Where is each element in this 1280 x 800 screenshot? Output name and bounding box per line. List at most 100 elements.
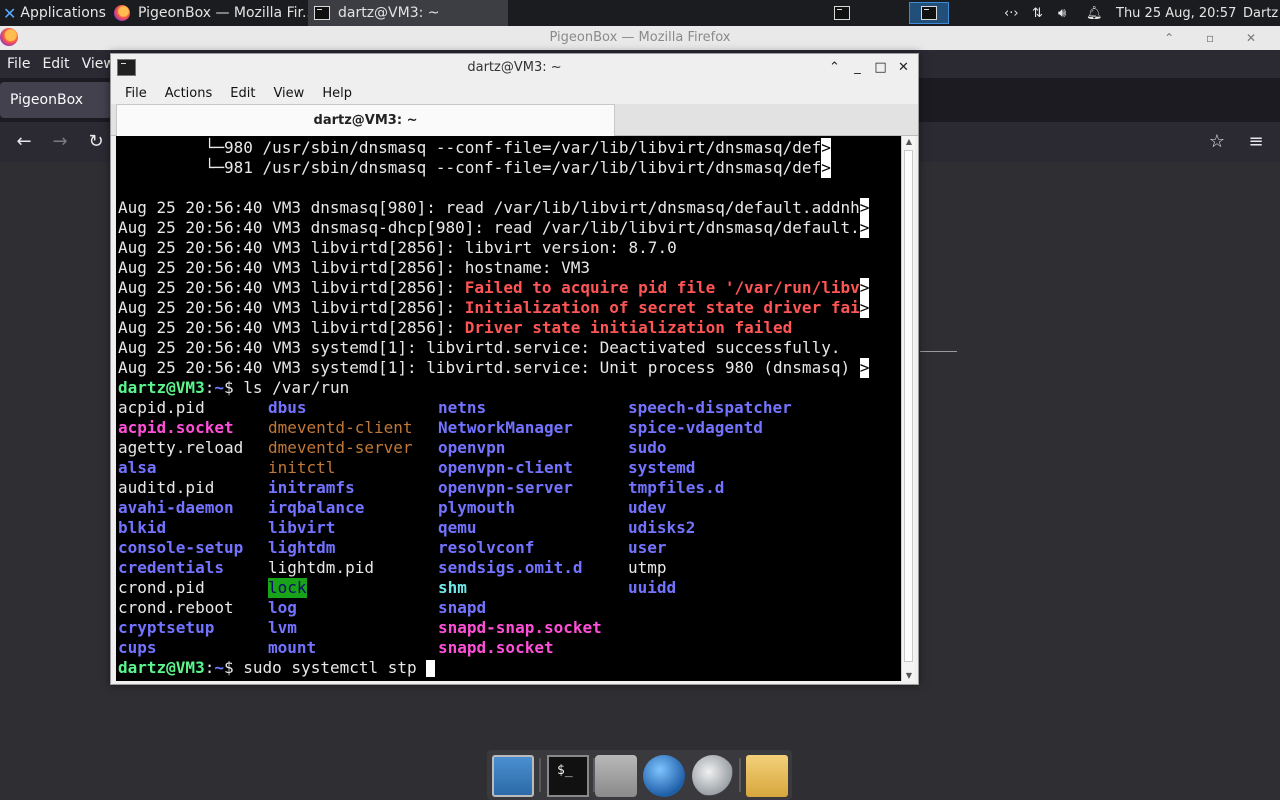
ls-entry: dmeventd-server [268, 438, 413, 457]
menu-actions[interactable]: Actions [156, 86, 222, 101]
taskbar-item-terminal[interactable]: dartz@VM3: ~ [308, 0, 508, 26]
xfce-logo-icon: ✕ [3, 3, 17, 23]
ls-entry: sendsigs.omit.d [438, 558, 583, 577]
forward-arrow-icon[interactable]: → [48, 130, 72, 154]
terminal-icon [921, 6, 937, 20]
notification-bell-icon[interactable]: 🔔︎ [1086, 0, 1103, 26]
ls-entry: lock [268, 578, 307, 598]
command-line: dartz@VM3:~$ ls /var/run [118, 378, 350, 397]
ls-entry: systemd [628, 458, 696, 477]
ls-entry: openvpn-client [438, 458, 573, 477]
ls-entry: acpid.socket [118, 418, 234, 437]
ls-entry: crond.pid [118, 578, 205, 597]
log-line: └─980 /usr/sbin/dnsmasq --conf-file=/var… [118, 138, 831, 158]
ls-entry: plymouth [438, 498, 516, 517]
ls-entry: lightdm.pid [268, 558, 374, 577]
show-desktop-icon[interactable] [492, 755, 534, 797]
ls-entry: speech-dispatcher [628, 398, 792, 417]
ls-entry: avahi-daemon [118, 498, 234, 517]
divider [920, 351, 957, 352]
search-icon[interactable] [692, 755, 734, 797]
shell-prompt: dartz@VM3:~ [118, 658, 224, 677]
menu-edit[interactable]: Edit [221, 86, 264, 101]
ls-entry: NetworkManager [438, 418, 573, 437]
ls-entry: user [628, 538, 667, 557]
terminal-tab[interactable]: dartz@VM3: ~ [116, 104, 615, 136]
workspace-1-button[interactable] [829, 2, 855, 24]
terminal-titlebar[interactable]: dartz@VM3: ~ ⌃ _ □ ✕ [111, 54, 918, 82]
terminal-tabbar: dartz@VM3: ~ [111, 104, 918, 136]
scroll-up-arrow-icon[interactable]: ▲ [902, 137, 916, 146]
text-cursor [426, 660, 436, 677]
shade-button[interactable]: ⌃ [826, 54, 843, 82]
scrollbar-thumb[interactable] [904, 150, 913, 662]
ls-entry: auditd.pid [118, 478, 215, 497]
ls-entry: credentials [118, 558, 224, 577]
menu-view[interactable]: View [264, 86, 313, 101]
ff-menu-edit[interactable]: Edit [35, 56, 74, 72]
ls-entry: lightdm [268, 538, 336, 557]
ls-entry: tmpfiles.d [628, 478, 725, 497]
dock-separator [539, 758, 541, 792]
hamburger-menu-icon[interactable]: ≡ [1244, 130, 1268, 154]
firefox-icon [114, 5, 130, 21]
file-manager-icon[interactable] [746, 755, 788, 797]
ls-entry: log [268, 598, 297, 617]
error-text: Failed to acquire pid file '/var/run/lib… [464, 278, 860, 297]
terminal-window-title: dartz@VM3: ~ [467, 60, 562, 75]
terminal-icon [314, 6, 330, 20]
ls-entry: mount [268, 638, 317, 657]
volume-icon[interactable]: 🔊︎ [1058, 0, 1066, 26]
top-panel: ✕ Applications PigeonBox — Mozilla Fir..… [0, 0, 1280, 26]
home-folder-icon[interactable] [595, 755, 637, 797]
error-text: Driver state initialization failed [464, 318, 793, 337]
ls-entry: dmeventd-client [268, 418, 413, 437]
ls-entry: initramfs [268, 478, 355, 497]
log-line-error: Aug 25 20:56:40 VM3 libvirtd[2856]: Driv… [118, 318, 793, 337]
applications-label: Applications [20, 5, 106, 21]
reload-icon[interactable]: ↻ [84, 130, 108, 154]
back-arrow-icon[interactable]: ← [12, 130, 36, 154]
menu-file[interactable]: File [116, 86, 156, 101]
log-line: Aug 25 20:56:40 VM3 libvirtd[2856]: libv… [118, 238, 677, 257]
taskbar-item-firefox[interactable]: PigeonBox — Mozilla Fir... [108, 0, 308, 26]
ls-entry: qemu [438, 518, 477, 537]
scroll-down-arrow-icon[interactable]: ▼ [902, 671, 916, 680]
terminal-icon[interactable]: $_ [547, 755, 589, 797]
ls-entry: alsa [118, 458, 157, 477]
close-button[interactable]: ✕ [895, 54, 912, 82]
applications-menu-button[interactable]: ✕ Applications [0, 0, 108, 26]
ls-entry: libvirt [268, 518, 336, 537]
ls-entry: openvpn-server [438, 478, 573, 497]
workspace-2-button[interactable] [909, 2, 949, 24]
terminal-window: dartz@VM3: ~ ⌃ _ □ ✕ File Actions Edit V… [110, 53, 919, 685]
user-menu[interactable]: Dartz [1243, 0, 1278, 26]
minimize-button[interactable]: _ [849, 54, 866, 82]
bookmark-star-icon[interactable]: ☆ [1205, 130, 1229, 154]
log-line: Aug 25 20:56:40 VM3 dnsmasq-dhcp[980]: r… [118, 218, 870, 238]
ls-entry: udev [628, 498, 667, 517]
network-icon[interactable]: ‹·› [1004, 0, 1019, 26]
menu-help[interactable]: Help [313, 86, 361, 101]
ls-entry: acpid.pid [118, 398, 205, 417]
ls-entry: console-setup [118, 538, 244, 557]
taskbar-item-label: PigeonBox — Mozilla Fir... [138, 5, 308, 21]
ls-entry: snapd.socket [438, 638, 554, 657]
ls-entry: dbus [268, 398, 307, 417]
web-browser-icon[interactable] [643, 755, 685, 797]
firefox-tab[interactable]: PigeonBox [0, 82, 112, 118]
transfer-arrows-icon[interactable]: ⇅ [1032, 0, 1043, 26]
error-text: Initialization of secret state driver fa… [464, 298, 860, 317]
terminal-scrollbar[interactable]: ▲ ▼ [901, 136, 915, 681]
ls-entry: shm [438, 578, 467, 597]
firefox-window-title: PigeonBox — Mozilla Firefox [549, 30, 731, 45]
clock[interactable]: Thu 25 Aug, 20:57 [1116, 0, 1236, 26]
log-line-error: Aug 25 20:56:40 VM3 libvirtd[2856]: Init… [118, 298, 870, 318]
log-line: └─981 /usr/sbin/dnsmasq --conf-file=/var… [118, 158, 831, 178]
ls-entry: cryptsetup [118, 618, 215, 637]
ff-menu-file[interactable]: File [0, 56, 35, 72]
command-text: ls /var/run [233, 378, 350, 397]
terminal-screen[interactable]: └─980 /usr/sbin/dnsmasq --conf-file=/var… [116, 136, 901, 681]
firefox-window-controls[interactable]: ⌃ ▫ ✕ [1164, 26, 1270, 50]
maximize-button[interactable]: □ [872, 54, 889, 82]
